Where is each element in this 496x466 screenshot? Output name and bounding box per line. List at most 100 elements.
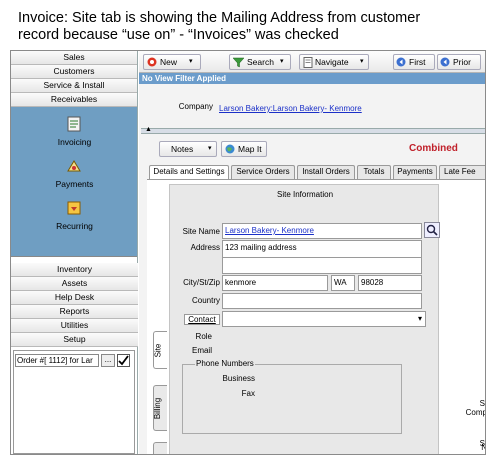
vtab-site[interactable]: Site: [153, 331, 167, 369]
company-label: Company: [178, 102, 213, 111]
fax-label: Fax: [241, 389, 255, 398]
order-more-button[interactable]: ...: [101, 354, 115, 367]
city-st-zip-label: City/St/Zip: [183, 278, 220, 287]
nav-sales[interactable]: Sales: [11, 51, 137, 65]
first-button[interactable]: First: [393, 54, 435, 70]
app-window: Sales Customers Service & Install Receiv…: [10, 50, 486, 455]
navigate-label: Navigate: [315, 57, 349, 67]
country-field[interactable]: [222, 293, 422, 309]
tab-totals[interactable]: Totals: [357, 165, 391, 179]
chevron-down-icon: ▾: [360, 58, 364, 65]
nav-reports[interactable]: Reports: [11, 305, 138, 319]
address-label: Address: [190, 243, 220, 252]
tab-service-orders[interactable]: Service Orders: [231, 165, 295, 179]
contact-label[interactable]: Contact: [184, 314, 220, 325]
address-line-1: 123 mailing address: [225, 243, 297, 252]
zip-field[interactable]: 98028: [358, 275, 422, 291]
nav-payments[interactable]: Payments: [11, 179, 138, 189]
nav-receivables[interactable]: Receivables: [11, 93, 137, 107]
contact-select[interactable]: ▾: [222, 311, 426, 327]
new-icon: [147, 57, 157, 67]
site-name-link[interactable]: Larson Bakery- Kenmore: [225, 226, 314, 235]
chevron-down-icon: ▾: [189, 58, 193, 65]
country-label: Country: [191, 296, 220, 305]
funnel-icon: [233, 57, 244, 68]
view-filter-bar: No View Filter Applied: [139, 73, 485, 84]
chevron-down-icon: ▾: [208, 145, 212, 152]
nav-customers[interactable]: Customers: [11, 65, 137, 79]
site-information-group: Site Information Site Name Larson Bakery…: [169, 184, 440, 454]
prior-label: Prior: [453, 57, 471, 67]
left-nav: Sales Customers Service & Install Receiv…: [11, 51, 138, 454]
email-label: Email: [191, 346, 212, 355]
invoice-icon[interactable]: [66, 116, 82, 132]
notes-button[interactable]: Notes ▾: [159, 141, 217, 157]
company-link[interactable]: Larson Bakery:Larson Bakery- Kenmore: [219, 104, 362, 113]
order-record-item[interactable]: Order #[ 1112] for Lar ...: [14, 353, 132, 369]
caption-line-2: record because “use on” - “Invoices” was…: [18, 27, 339, 43]
magnifier-icon[interactable]: [424, 222, 440, 238]
notes-label: Notes: [171, 144, 194, 154]
toolbar: New ▾ Search ▾ Navigate ▾ First Prior: [139, 51, 485, 73]
nav-service-install[interactable]: Service & Install: [11, 79, 137, 93]
document-icon: [303, 57, 313, 68]
splitter-bar[interactable]: ▲: [141, 126, 485, 134]
navigate-button[interactable]: Navigate ▾: [299, 54, 369, 70]
nav-assets[interactable]: Assets: [11, 277, 138, 291]
first-arrow-icon: [396, 57, 406, 67]
prior-button[interactable]: Prior: [437, 54, 481, 70]
nav-help-desk[interactable]: Help Desk: [11, 291, 138, 305]
right-label-4: I: [471, 423, 486, 432]
open-records-list: Order #[ 1112] for Lar ...: [13, 350, 135, 454]
role-label: Role: [195, 332, 212, 341]
vtab-site-label: Site: [153, 343, 163, 358]
prior-arrow-icon: [440, 57, 450, 67]
business-phone-label: Business: [222, 374, 255, 383]
tab-payments[interactable]: Payments: [393, 165, 437, 179]
site-name-label: Site Name: [182, 227, 220, 236]
vtab-more[interactable]: [153, 442, 167, 454]
globe-icon: [225, 144, 235, 154]
search-label: Search: [247, 57, 274, 67]
recurring-icon[interactable]: [66, 200, 82, 216]
nav-recurring[interactable]: Recurring: [11, 221, 138, 231]
nav-bottom-buttons: Inventory Assets Help Desk Reports Utili…: [11, 263, 138, 347]
first-label: First: [409, 57, 426, 67]
tab-install-orders[interactable]: Install Orders: [297, 165, 355, 179]
phone-numbers-title: Phone Numbers: [195, 359, 255, 368]
vtab-billing-label: Billing: [153, 397, 163, 420]
chevron-down-icon: ▾: [417, 314, 422, 323]
address-field[interactable]: 123 mailing address: [222, 240, 422, 274]
nav-setup[interactable]: Setup: [11, 333, 138, 347]
map-it-label: Map It: [238, 144, 262, 154]
tab-late-fee[interactable]: Late Fee: [439, 165, 485, 179]
new-label: New: [160, 57, 178, 67]
site-name-field[interactable]: Larson Bakery- Kenmore: [222, 223, 422, 239]
combined-label: Combined: [409, 143, 458, 154]
payments-icon[interactable]: [66, 158, 82, 174]
order-record-field[interactable]: Order #[ 1112] for Lar: [15, 354, 99, 367]
map-it-button[interactable]: Map It: [221, 141, 267, 157]
right-label-5: N: [471, 443, 485, 452]
caption-line-1: Invoice: Site tab is showing the Mailing…: [18, 10, 421, 26]
search-button[interactable]: Search ▾: [229, 54, 291, 70]
right-label-1: S: [479, 399, 485, 408]
right-label-3: Comp: [465, 408, 486, 417]
site-information-title: Site Information: [276, 190, 334, 199]
vtab-billing[interactable]: Billing: [153, 385, 167, 431]
city-field[interactable]: kenmore: [222, 275, 328, 291]
tab-details-settings[interactable]: Details and Settings: [149, 165, 229, 180]
checkmark-icon[interactable]: [117, 354, 130, 367]
nav-inventory[interactable]: Inventory: [11, 263, 138, 277]
chevron-down-icon: ▾: [280, 58, 284, 65]
state-field[interactable]: WA: [331, 275, 355, 291]
details-settings-panel: Site Billing Site Information Site Name …: [147, 179, 485, 454]
new-button[interactable]: New ▾: [143, 54, 201, 70]
collapse-arrow-icon[interactable]: ▲: [145, 126, 152, 133]
main-content: New ▾ Search ▾ Navigate ▾ First Prior No…: [139, 51, 486, 454]
nav-invoicing[interactable]: Invoicing: [11, 137, 138, 147]
receivables-panel: Invoicing Payments Recurring: [11, 107, 137, 257]
address-divider: [222, 257, 422, 258]
nav-utilities[interactable]: Utilities: [11, 319, 138, 333]
phone-numbers-group: Phone Numbers Business Fax: [182, 359, 402, 434]
